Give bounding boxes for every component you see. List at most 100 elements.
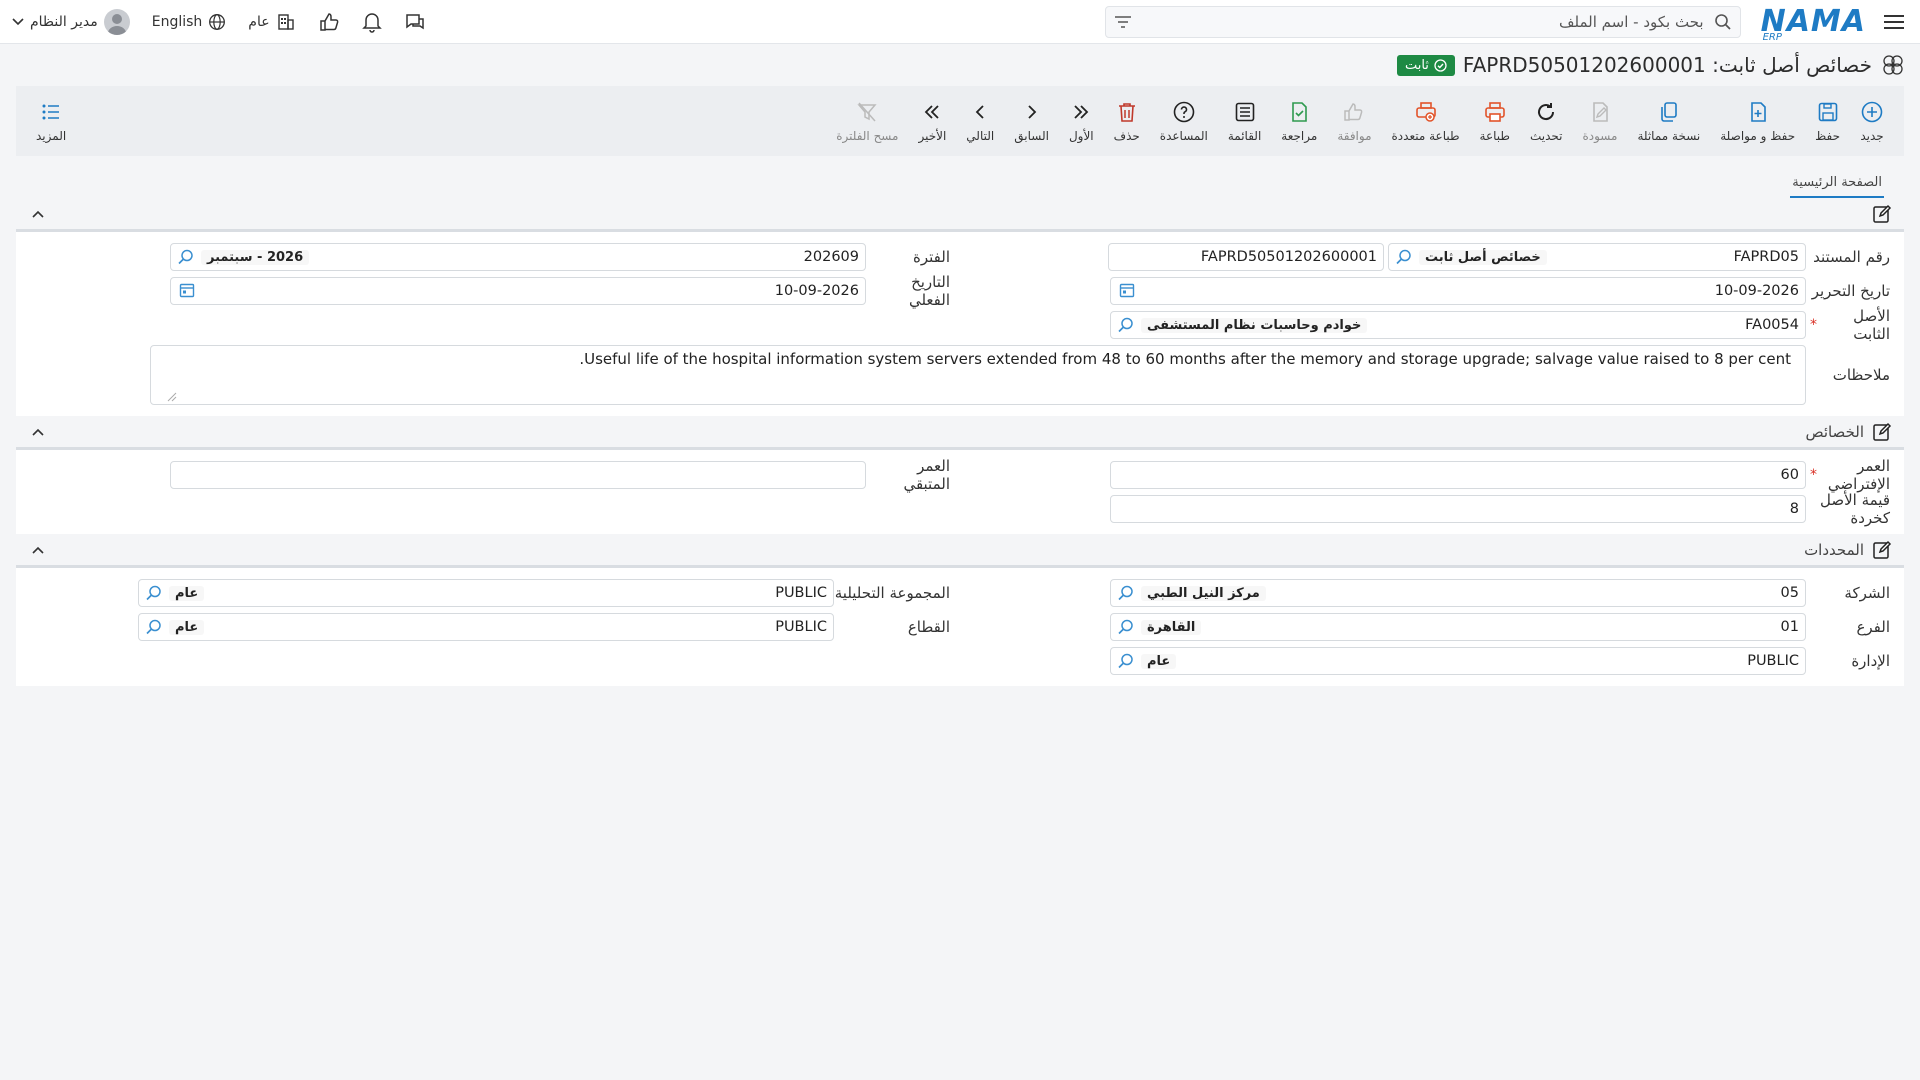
remaining-life-input[interactable]	[170, 461, 866, 489]
asset-lookup[interactable]: FA0054 خوادم وحاسبات نظام المستشفى	[1110, 311, 1806, 339]
dept-lookup[interactable]: PUBLIC عام	[1110, 647, 1806, 675]
doc-full-no-value: FAPRD50501202600001	[1200, 249, 1377, 265]
section-header: الخصائص	[16, 416, 1904, 450]
search-input[interactable]	[1139, 11, 1706, 32]
menu-icon[interactable]	[1880, 8, 1908, 36]
notes-value: Useful life of the hospital information …	[579, 350, 1791, 368]
first-label: الأول	[1068, 128, 1094, 143]
analytic-lookup[interactable]: PUBLIC عام	[138, 579, 834, 607]
printer-icon	[1483, 100, 1507, 124]
field-dept: الإدارة PUBLIC عام	[960, 647, 1900, 675]
more-button[interactable]: المزيد	[26, 91, 76, 151]
resize-handle-icon[interactable]	[167, 392, 177, 402]
section-header: المحددات	[16, 534, 1904, 568]
form-row: قيمة الأصل كخردة 8	[20, 491, 1900, 527]
toolbar: جديد حفظ حفظ و مواصلة نسخة مماثلة مسودة …	[16, 86, 1904, 156]
actual-date-input[interactable]: 10-09-2026	[170, 277, 866, 305]
sector-lookup[interactable]: PUBLIC عام	[138, 613, 834, 641]
delete-button[interactable]: حذف	[1104, 91, 1150, 151]
chevron-up-icon[interactable]	[28, 422, 48, 442]
lookup-search-icon[interactable]	[1395, 248, 1413, 266]
copy-button[interactable]: نسخة مماثلة	[1627, 91, 1710, 151]
refresh-button[interactable]: تحديث	[1520, 91, 1573, 151]
chat-icon[interactable]	[404, 11, 426, 33]
tab-bar: الصفحة الرئيسية	[0, 164, 1920, 198]
doc-full-no-field[interactable]: FAPRD50501202600001	[1108, 243, 1384, 271]
form-row: الإدارة PUBLIC عام	[20, 644, 1900, 678]
analytic-code: PUBLIC	[775, 585, 827, 601]
lookup-search-icon[interactable]	[1117, 584, 1135, 602]
help-button[interactable]: المساعدة	[1150, 91, 1218, 151]
branch-lookup[interactable]: 01 القاهرة	[1110, 613, 1806, 641]
lookup-search-icon[interactable]	[177, 248, 195, 266]
edit-date-value: 10-09-2026	[1714, 283, 1799, 299]
save-button[interactable]: حفظ	[1805, 91, 1850, 151]
period-lookup[interactable]: 202609 2026 - سبتمبر	[170, 243, 866, 271]
asset-name: خوادم وحاسبات نظام المستشفى	[1141, 317, 1368, 333]
user-menu[interactable]: مدير النظام	[12, 8, 130, 35]
analytic-lookup-right: عام	[145, 584, 205, 602]
new-button[interactable]: جديد	[1850, 91, 1894, 151]
chevrons-left-icon	[920, 100, 944, 124]
section-body: العمر الإفتراضي * 60 العمر المتبقي قيمة ا…	[16, 450, 1904, 534]
clear-filter-button[interactable]: مسح الفلترة	[826, 91, 908, 151]
actual-date-label: التاريخ الفعلي	[908, 273, 950, 309]
calendar-icon[interactable]	[177, 282, 195, 300]
lookup-search-icon[interactable]	[145, 618, 163, 636]
print-button[interactable]: طباعة	[1470, 91, 1520, 151]
multi-print-button[interactable]: طباعة متعددة	[1382, 91, 1470, 151]
thumbs-up-icon[interactable]	[318, 11, 340, 33]
list-button[interactable]: القائمة	[1218, 91, 1271, 151]
sector-code: PUBLIC	[775, 619, 827, 635]
scope-selector[interactable]: عام	[248, 12, 295, 32]
field-remaining-life: العمر المتبقي	[20, 457, 960, 493]
default-life-input[interactable]: 60	[1110, 461, 1806, 489]
company-lookup-right: مركز النيل الطبي	[1117, 584, 1266, 602]
next-button[interactable]: التالي	[956, 91, 1004, 151]
chevron-up-icon[interactable]	[28, 204, 48, 224]
first-button[interactable]: الأول	[1059, 91, 1104, 151]
bell-icon[interactable]	[361, 11, 382, 33]
thumbs-up-icon	[1342, 100, 1366, 124]
notes-textarea[interactable]: Useful life of the hospital information …	[150, 345, 1806, 405]
title-row: خصائص أصل ثابت: FAPRD50501202600001 ثابت	[0, 44, 1920, 86]
next-label: التالي	[966, 128, 995, 143]
logo[interactable]: NAMA ERP	[1761, 6, 1866, 43]
company-lookup[interactable]: 05 مركز النيل الطبي	[1110, 579, 1806, 607]
last-button[interactable]: الأخير	[908, 91, 956, 151]
scrap-value-input[interactable]: 8	[1110, 495, 1806, 523]
search-icon[interactable]	[1714, 13, 1732, 31]
approve-button[interactable]: موافقة	[1327, 91, 1381, 151]
section-body: الشركة 05 مركز النيل الطبي المجموعة التح…	[16, 568, 1904, 686]
draft-button[interactable]: مسودة	[1572, 91, 1627, 151]
lookup-search-icon[interactable]	[1117, 618, 1135, 636]
plus-circle-icon	[1860, 100, 1884, 124]
company-label: الشركة	[1844, 584, 1890, 602]
chevron-up-icon[interactable]	[28, 540, 48, 560]
approve-label: موافقة	[1337, 128, 1372, 143]
building-icon	[276, 12, 296, 32]
period-value: 202609	[803, 249, 859, 265]
section-title: المحددات	[1804, 540, 1864, 559]
asset-lookup-right: خوادم وحاسبات نظام المستشفى	[1117, 316, 1368, 334]
lookup-search-icon[interactable]	[145, 584, 163, 602]
doc-code-lookup[interactable]: FAPRD05 خصائص أصل ثابت	[1388, 243, 1806, 271]
notes-label: ملاحظات	[1832, 366, 1890, 384]
filter-icon[interactable]	[1114, 15, 1132, 29]
lookup-search-icon[interactable]	[1117, 316, 1135, 334]
properties-section: الخصائص العمر الإفتراضي * 60 العمر المتبق…	[16, 416, 1904, 534]
new-label: جديد	[1860, 128, 1884, 143]
prev-button[interactable]: السابق	[1004, 91, 1059, 151]
last-label: الأخير	[918, 128, 947, 143]
save-continue-button[interactable]: حفظ و مواصلة	[1710, 91, 1805, 151]
calendar-icon[interactable]	[1117, 282, 1135, 300]
chevron-down-icon	[12, 17, 24, 26]
asset-label: الأصل الثابت *	[1806, 307, 1900, 343]
language-switch[interactable]: English	[152, 13, 227, 31]
default-life-value: 60	[1780, 467, 1799, 483]
lookup-search-icon[interactable]	[1117, 652, 1135, 670]
field-scrap-value: قيمة الأصل كخردة 8	[960, 491, 1900, 527]
edit-date-input[interactable]: 10-09-2026	[1110, 277, 1806, 305]
review-button[interactable]: مراجعة	[1271, 91, 1327, 151]
tab-main[interactable]: الصفحة الرئيسية	[1790, 169, 1884, 198]
